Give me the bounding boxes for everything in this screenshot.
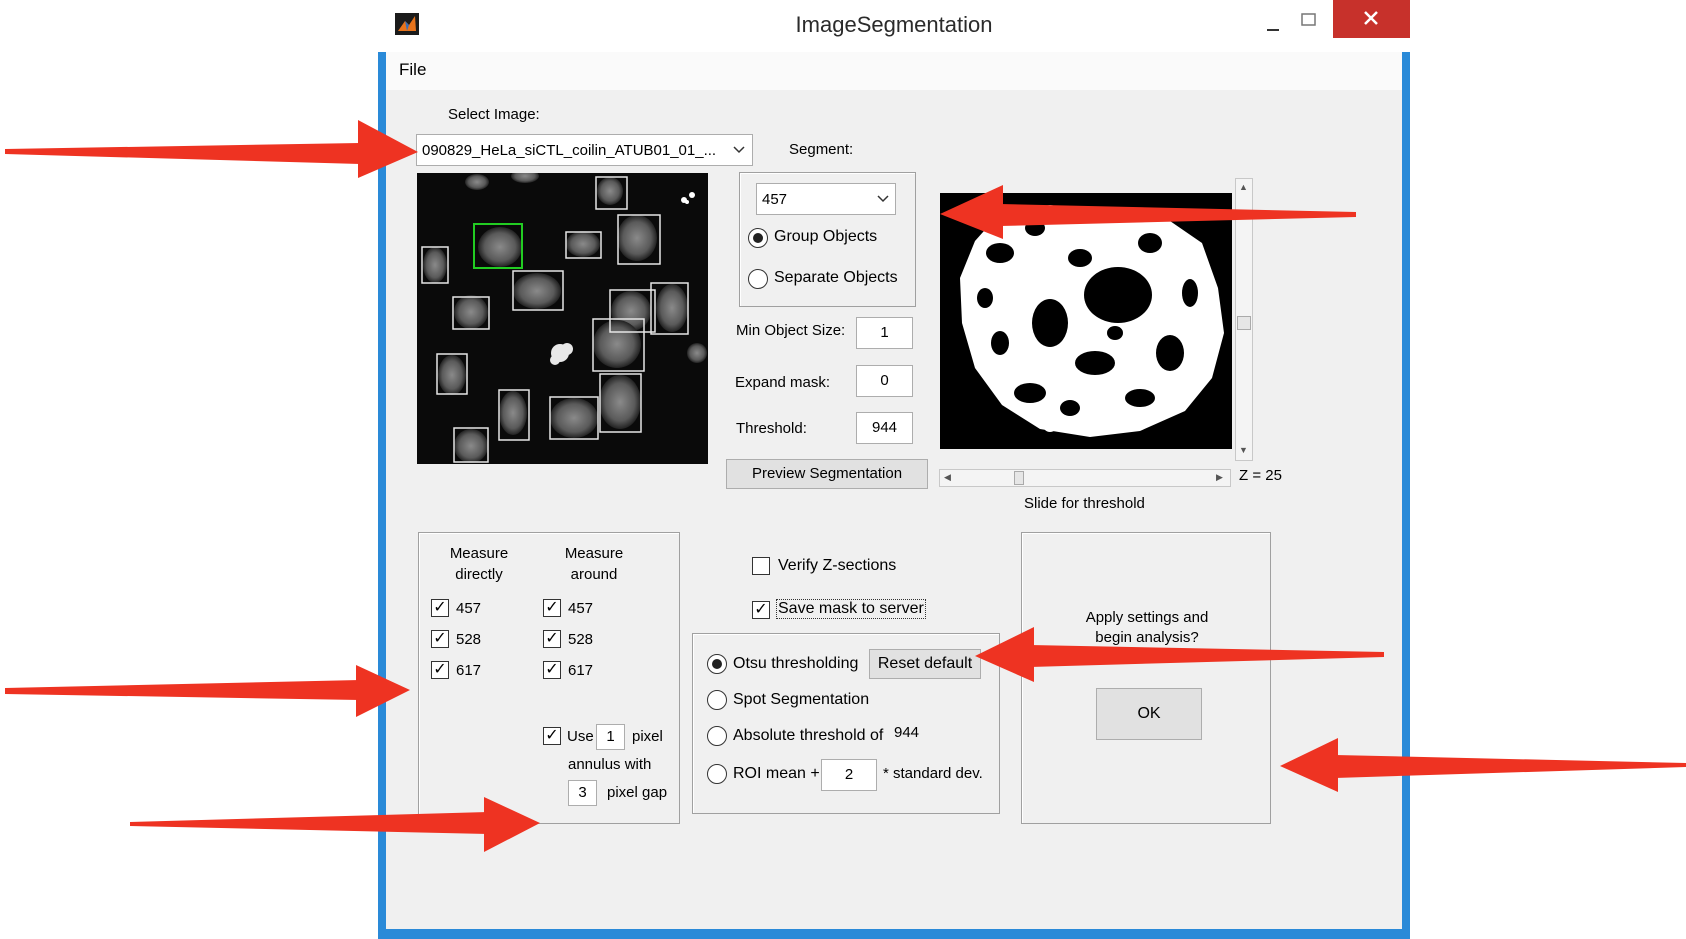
application-window: ImageSegmentation File Select Image: 090…	[378, 0, 1410, 939]
mask-preview-image	[940, 193, 1232, 449]
reset-default-button[interactable]: Reset default	[869, 649, 981, 679]
pixel-gap-field[interactable]: 3	[568, 780, 597, 806]
measure-directly-line1: Measure	[449, 545, 509, 562]
absolute-threshold-radio[interactable]	[707, 726, 727, 746]
measure-panel: Measure directly Measure around ✓ 457 ✓ …	[418, 532, 680, 824]
close-icon[interactable]	[1333, 0, 1410, 38]
arrow-to-measure-panel	[5, 665, 410, 717]
measure-around-label-2: 617	[568, 662, 594, 679]
slider-right-arrow-icon[interactable]: ▶	[1216, 472, 1223, 483]
group-objects-label: Group Objects	[774, 228, 878, 245]
scroll-up-arrow-icon[interactable]: ▲	[1239, 182, 1248, 192]
z-value-label: Z = 25	[1239, 467, 1282, 484]
minimize-icon[interactable]	[1258, 10, 1288, 40]
annulus-width-field[interactable]: 1	[596, 724, 625, 750]
preview-segmentation-button[interactable]: Preview Segmentation	[726, 459, 928, 489]
slider-caption: Slide for threshold	[1024, 495, 1145, 512]
roi-std-field[interactable]: 2	[821, 759, 877, 791]
cell-image[interactable]	[417, 173, 708, 464]
spot-segmentation-label: Spot Segmentation	[733, 691, 870, 708]
select-image-dropdown[interactable]: 090829_HeLa_siCTL_coilin_ATUB01_01_...	[416, 134, 753, 166]
select-image-label: Select Image:	[448, 106, 540, 123]
menu-bar: File	[386, 52, 1402, 91]
expand-mask-label: Expand mask:	[735, 374, 831, 391]
separate-objects-radio[interactable]	[748, 269, 768, 289]
chevron-down-icon	[875, 191, 891, 207]
client-area: Select Image: 090829_HeLa_siCTL_coilin_A…	[386, 90, 1402, 929]
slider-thumb[interactable]	[1014, 471, 1024, 485]
threshold-method-panel: Otsu thresholding Reset default Spot Seg…	[692, 633, 1000, 814]
roi-mean-radio[interactable]	[707, 764, 727, 784]
annulus-with-label: annulus with	[568, 756, 652, 773]
save-mask-label: Save mask to server	[776, 599, 926, 619]
separate-objects-label: Separate Objects	[774, 269, 898, 286]
threshold-label: Threshold:	[736, 420, 807, 437]
roi-mean-label: ROI mean +	[733, 765, 820, 782]
segment-group-panel: 457 Group Objects Separate Objects	[739, 172, 916, 307]
absolute-threshold-label: Absolute threshold of	[733, 727, 884, 744]
absolute-threshold-value: 944	[894, 724, 920, 741]
segment-dropdown[interactable]: 457	[756, 183, 896, 215]
window-title: ImageSegmentation	[795, 12, 993, 37]
measure-around-header: Measure around	[544, 543, 644, 585]
otsu-radio[interactable]	[707, 654, 727, 674]
measure-directly-checkbox-2[interactable]: ✓	[431, 661, 449, 679]
scroll-down-arrow-icon[interactable]: ▼	[1239, 445, 1248, 455]
menu-file[interactable]: File	[399, 60, 426, 80]
expand-mask-field[interactable]: 0	[856, 365, 913, 397]
ok-button[interactable]: OK	[1096, 688, 1202, 740]
chevron-down-icon	[731, 142, 747, 158]
apply-prompt-line2: begin analysis?	[1095, 629, 1199, 646]
use-annulus-checkbox[interactable]: ✓	[543, 727, 561, 745]
pixel-label: pixel	[632, 728, 663, 745]
measure-directly-label-1: 528	[456, 631, 482, 648]
use-label: Use	[567, 728, 594, 745]
title-bar: ImageSegmentation	[378, 0, 1410, 52]
save-mask-checkbox[interactable]: ✓	[752, 601, 770, 619]
z-scrollbar[interactable]: ▲ ▼	[1235, 178, 1253, 461]
verify-z-label: Verify Z-sections	[778, 557, 897, 574]
pixel-gap-label: pixel gap	[607, 784, 668, 801]
measure-directly-label-2: 617	[456, 662, 482, 679]
min-object-size-field[interactable]: 1	[856, 317, 913, 349]
verify-z-checkbox[interactable]	[752, 557, 770, 575]
measure-around-checkbox-1[interactable]: ✓	[543, 630, 561, 648]
measure-around-checkbox-2[interactable]: ✓	[543, 661, 561, 679]
segment-label: Segment:	[789, 141, 854, 158]
maximize-icon[interactable]	[1294, 8, 1324, 38]
spot-segmentation-radio[interactable]	[707, 690, 727, 710]
group-objects-radio[interactable]	[748, 228, 768, 248]
slider-left-arrow-icon[interactable]: ◀	[944, 472, 951, 483]
measure-directly-checkbox-1[interactable]: ✓	[431, 630, 449, 648]
apply-prompt: Apply settings and begin analysis?	[1022, 608, 1272, 648]
arrow-to-select-image	[5, 120, 418, 178]
measure-around-label-0: 457	[568, 600, 594, 617]
measure-around-checkbox-0[interactable]: ✓	[543, 599, 561, 617]
measure-directly-line2: directly	[455, 566, 503, 583]
apply-prompt-line1: Apply settings and	[1085, 609, 1209, 626]
measure-around-line2: around	[570, 566, 618, 583]
apply-panel: Apply settings and begin analysis? OK	[1021, 532, 1271, 824]
otsu-label: Otsu thresholding	[733, 655, 859, 672]
measure-directly-label-0: 457	[456, 600, 482, 617]
measure-around-line1: Measure	[564, 545, 624, 562]
measure-around-label-1: 528	[568, 631, 594, 648]
measure-directly-header: Measure directly	[429, 543, 529, 585]
min-object-size-label: Min Object Size:	[736, 322, 846, 339]
select-image-value: 090829_HeLa_siCTL_coilin_ATUB01_01_...	[422, 142, 717, 159]
measure-directly-checkbox-0[interactable]: ✓	[431, 599, 449, 617]
segment-value: 457	[762, 191, 788, 208]
scroll-thumb[interactable]	[1237, 316, 1251, 330]
threshold-slider[interactable]: ◀ ▶	[939, 469, 1231, 487]
std-dev-label: * standard dev.	[883, 765, 983, 782]
threshold-field[interactable]: 944	[856, 412, 913, 444]
